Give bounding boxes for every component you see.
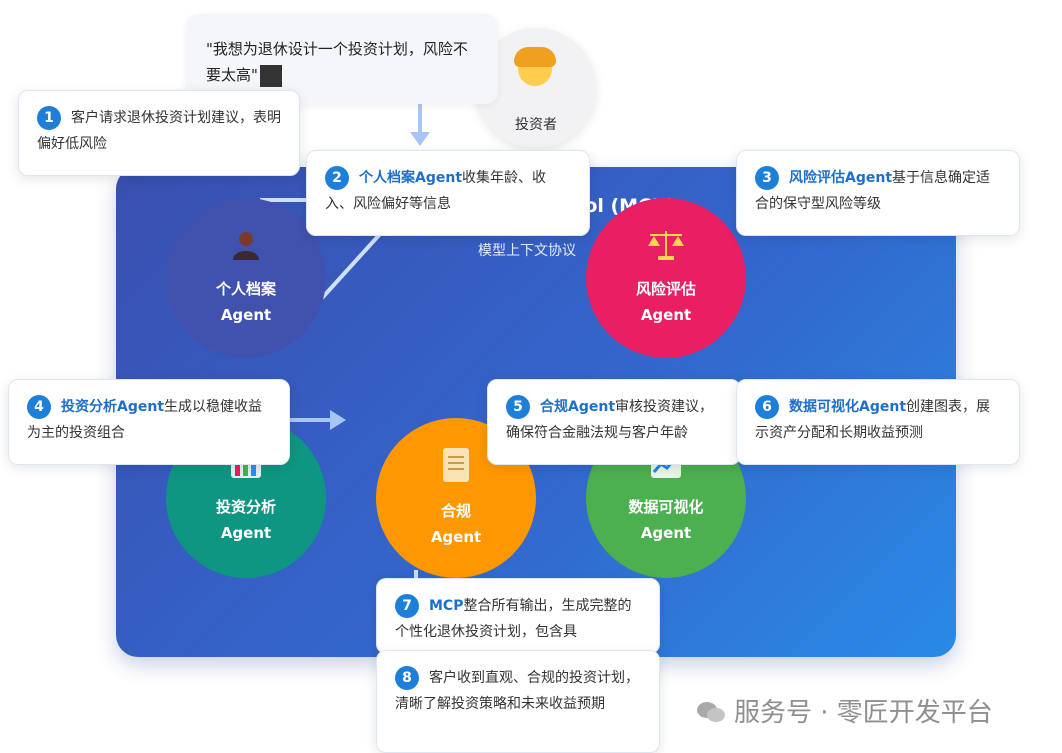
step-highlight: 风险评估Agent <box>789 170 893 186</box>
agent-profile-suffix: Agent <box>220 306 272 324</box>
agent-profile-name: 个人档案 <box>215 280 276 298</box>
step-highlight: 投资分析Agent <box>61 399 165 415</box>
step-card-8: 8 客户收到直观、合规的投资计划，清晰了解投资策略和未来收益预期 <box>376 650 660 753</box>
quote-text: "我想为退休设计一个投资计划，风险不要太高" <box>206 40 468 84</box>
watermark-text: 服务号 · 零匠开发平台 <box>734 698 993 728</box>
agent-invest-suffix: Agent <box>220 524 272 542</box>
agent-risk-name: 风险评估 <box>635 280 696 298</box>
person-icon <box>233 232 259 260</box>
agent-risk-suffix: Agent <box>640 306 692 324</box>
scales-icon <box>648 231 684 260</box>
step-card-3: 3 风险评估Agent基于信息确定适合的保守型风险等级 <box>736 150 1020 236</box>
step-card-2: 2 个人档案Agent收集年龄、收入、风险偏好等信息 <box>306 150 590 236</box>
agent-profile: 个人档案 Agent <box>166 198 326 358</box>
step-number: 4 <box>27 395 51 419</box>
step-card-1: 1 客户请求退休投资计划建议，表明偏好低风险 <box>18 90 300 176</box>
watermark: 服务号 · 零匠开发平台 <box>696 692 993 729</box>
agent-risk: 风险评估 Agent <box>586 198 746 358</box>
step-number: 3 <box>755 166 779 190</box>
wechat-icon <box>697 702 725 722</box>
step-card-6: 6 数据可视化Agent创建图表，展示资产分配和长期收益预测 <box>736 379 1020 465</box>
step-number: 5 <box>506 395 530 419</box>
cursor-block <box>259 64 282 87</box>
step-card-5: 5 合规Agent审核投资建议，确保符合金融法规与客户年龄 <box>487 379 741 465</box>
step-highlight: 个人档案Agent <box>359 170 463 186</box>
arrowhead-right <box>330 410 346 430</box>
step-highlight: 合规Agent <box>540 399 616 415</box>
woman-face-icon <box>514 47 556 86</box>
step-card-4: 4 投资分析Agent生成以稳健收益为主的投资组合 <box>8 379 290 465</box>
step-highlight: 数据可视化Agent <box>789 399 907 415</box>
agent-compliance-suffix: Agent <box>430 528 482 546</box>
agent-invest-name: 投资分析 <box>215 498 276 516</box>
step-number: 7 <box>395 594 419 618</box>
scroll-icon <box>443 448 469 482</box>
step-text: 客户收到直观、合规的投资计划，清晰了解投资策略和未来收益预期 <box>395 670 639 712</box>
step-card-7: 7 MCP整合所有输出，生成完整的个性化退休投资计划，包含具 <box>376 578 660 654</box>
step-highlight: MCP <box>429 598 464 614</box>
agent-compliance-name: 合规 <box>440 502 471 520</box>
step-number: 8 <box>395 666 419 690</box>
arrowhead-down <box>410 132 430 146</box>
agent-viz-suffix: Agent <box>640 524 692 542</box>
step-number: 6 <box>755 395 779 419</box>
investor-label: 投资者 <box>515 117 557 133</box>
step-text: 客户请求退休投资计划建议，表明偏好低风险 <box>37 110 281 152</box>
step-number: 2 <box>325 166 349 190</box>
step-number: 1 <box>37 106 61 130</box>
agent-viz-name: 数据可视化 <box>628 498 704 516</box>
